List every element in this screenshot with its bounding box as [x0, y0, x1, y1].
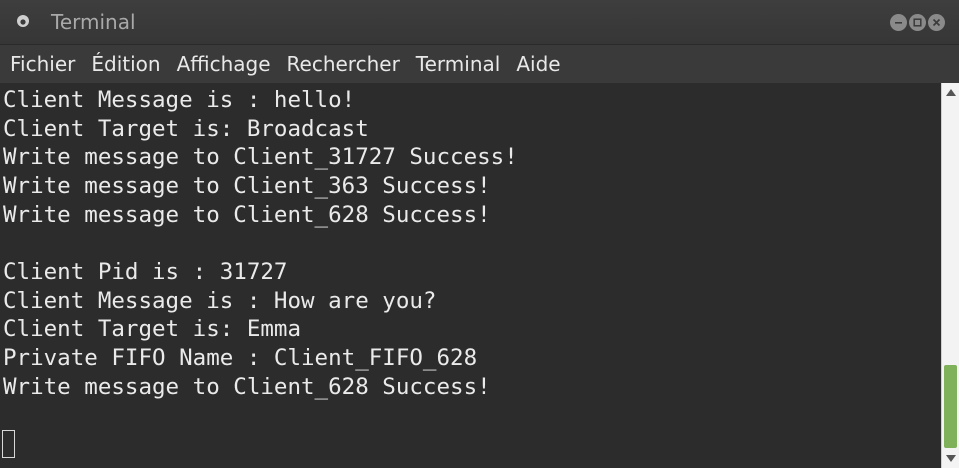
vertical-scrollbar[interactable]: [941, 83, 959, 468]
scroll-up-arrow-icon[interactable]: [946, 89, 956, 96]
terminal-output[interactable]: Client Message is : hello! Client Target…: [0, 83, 941, 468]
menu-terminal[interactable]: Terminal: [408, 45, 509, 83]
minimize-icon[interactable]: [890, 14, 907, 31]
terminal-line: Write message to Client_363 Success!: [3, 173, 491, 199]
terminal-line: Client Target is: Broadcast: [3, 116, 369, 142]
scroll-down-arrow-icon[interactable]: [946, 455, 956, 462]
close-icon[interactable]: [928, 14, 945, 31]
menu-rechercher[interactable]: Rechercher: [279, 45, 408, 83]
window-controls: [890, 14, 945, 31]
terminal-window: Terminal Fichier Édition Affichage Reche…: [0, 0, 959, 468]
menu-edition[interactable]: Édition: [83, 45, 168, 83]
terminal-line: Client Target is: Emma: [3, 316, 302, 342]
terminal-line: Client Message is : hello!: [3, 87, 356, 113]
terminal-app-icon: [17, 15, 29, 27]
title-bar[interactable]: Terminal: [0, 0, 959, 45]
maximize-icon[interactable]: [909, 14, 926, 31]
menu-affichage[interactable]: Affichage: [169, 45, 279, 83]
menu-bar: Fichier Édition Affichage Rechercher Ter…: [0, 45, 959, 83]
terminal-line: Write message to Client_31727 Success!: [3, 144, 518, 170]
menu-aide[interactable]: Aide: [508, 45, 568, 83]
terminal-line: Client Message is : How are you?: [3, 288, 437, 314]
menu-fichier[interactable]: Fichier: [2, 45, 83, 83]
scroll-track[interactable]: [944, 103, 957, 448]
window-title: Terminal: [51, 10, 136, 34]
terminal-line: Client Pid is : 31727: [3, 259, 288, 285]
scroll-thumb[interactable]: [944, 365, 957, 448]
text-cursor: [2, 430, 15, 458]
terminal-line: Private FIFO Name : Client_FIFO_628: [3, 345, 478, 371]
terminal-line: Write message to Client_628 Success!: [3, 374, 491, 400]
terminal-line: Write message to Client_628 Success!: [3, 202, 491, 228]
